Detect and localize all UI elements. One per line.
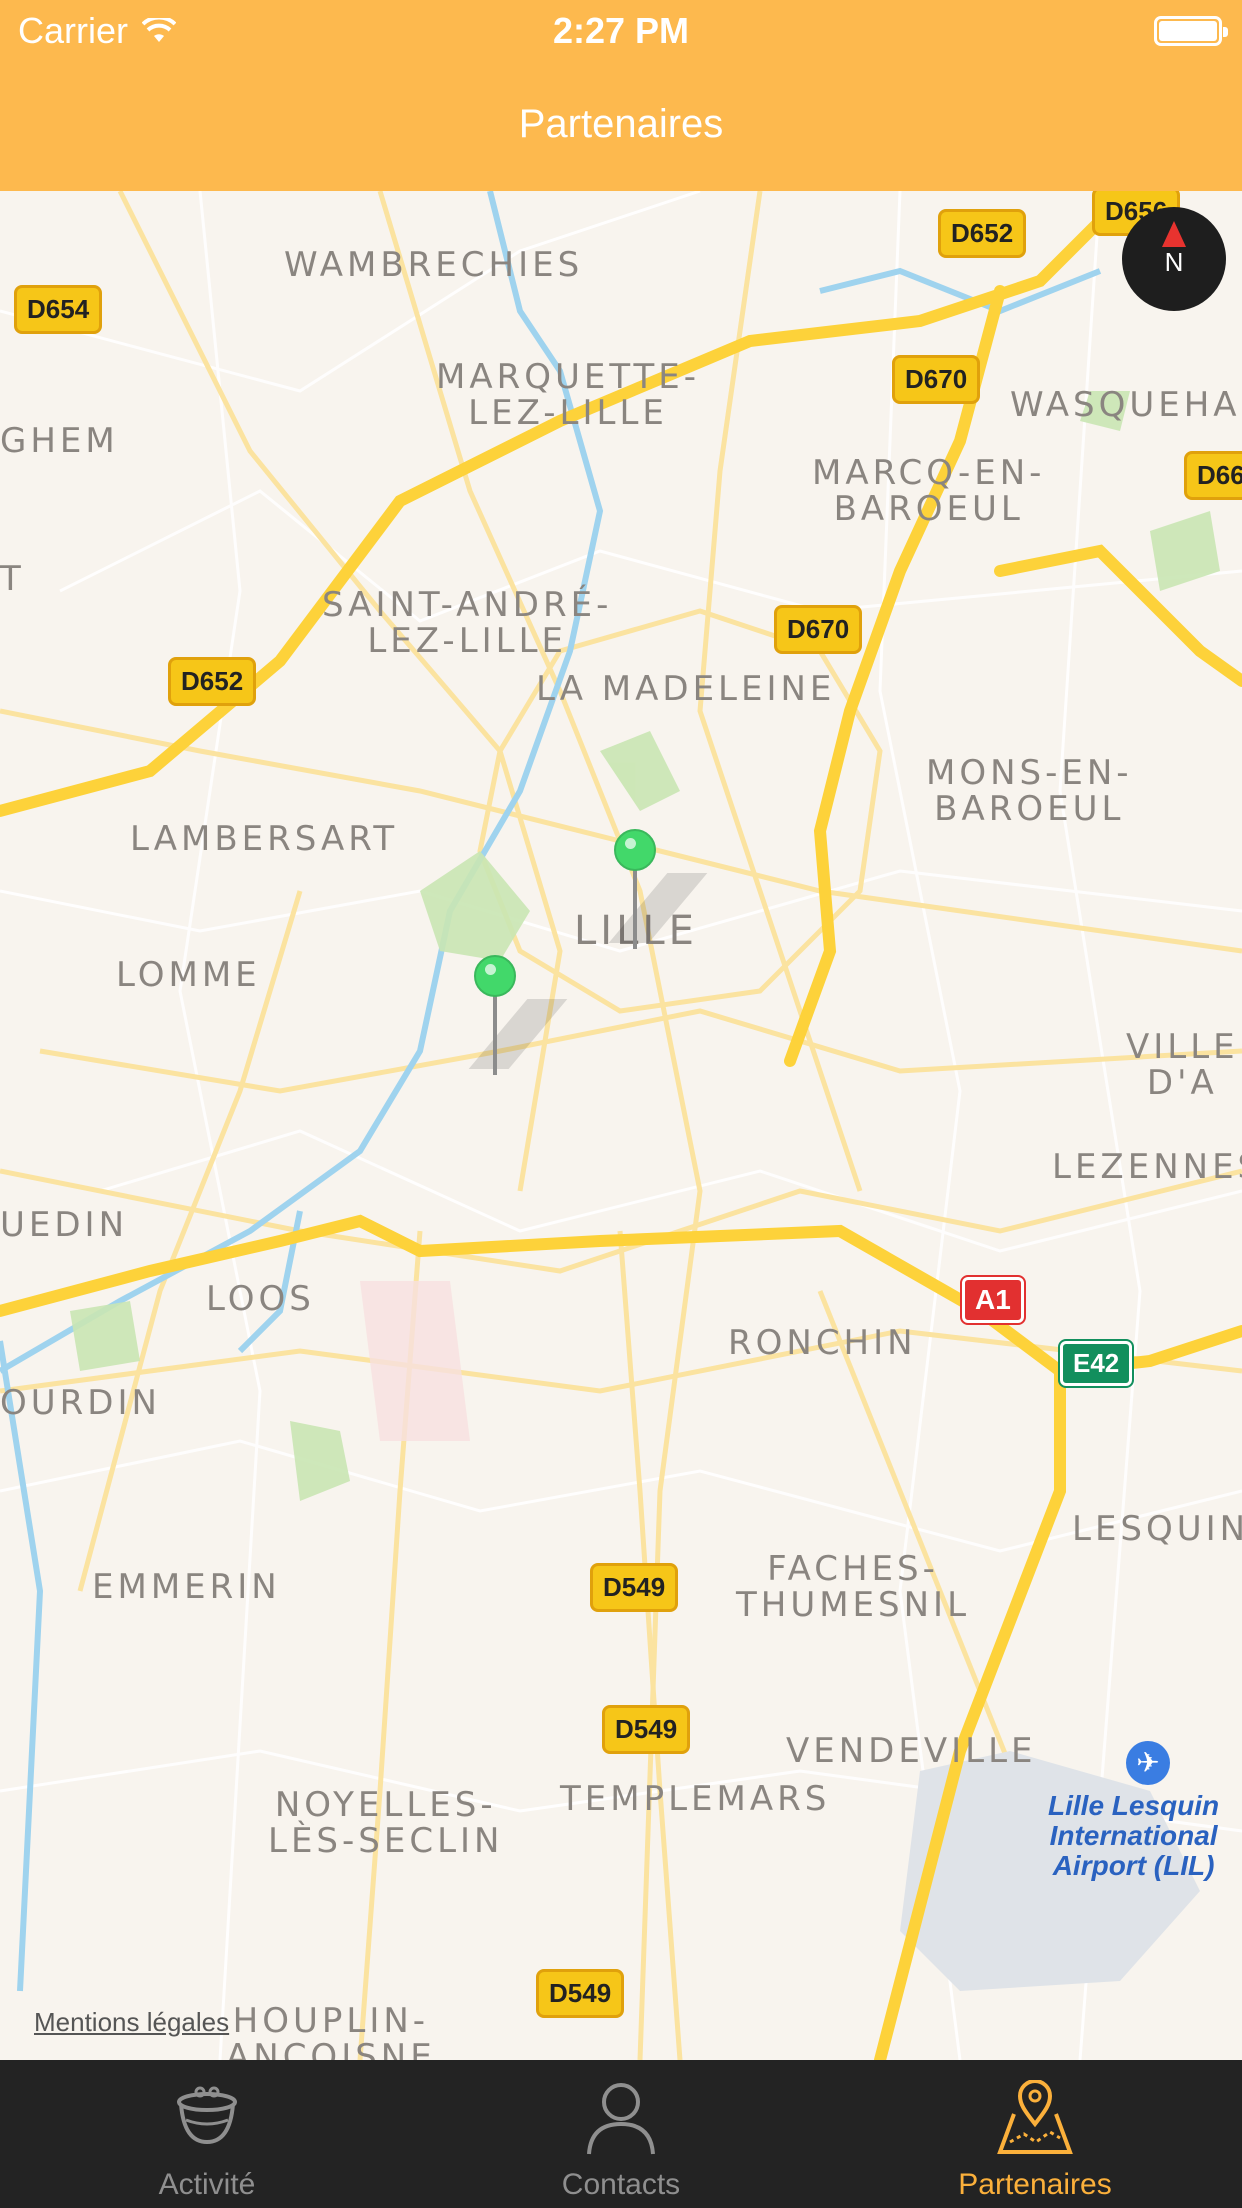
status-time: 2:27 PM bbox=[552, 10, 690, 51]
compass-letter: N bbox=[1164, 247, 1184, 277]
place-label: Wasquehal bbox=[1010, 385, 1242, 425]
place-label: Wambrechies bbox=[284, 245, 584, 285]
place-label: Noyelles- lès-Seclin bbox=[268, 1785, 504, 1861]
road-shield: D549 bbox=[602, 1705, 691, 1754]
place-label: Faches- Thumesnil bbox=[736, 1549, 971, 1625]
road-shield: D652 bbox=[168, 657, 257, 706]
place-label: Loos bbox=[206, 1279, 315, 1319]
place-label: ghem bbox=[0, 421, 119, 461]
airport-label-text: Lille Lesquin International Airport (LIL… bbox=[1048, 1790, 1220, 1881]
place-label: Lezennes bbox=[1052, 1147, 1242, 1187]
tab-bar: Activité Contacts Partenaires bbox=[0, 2060, 1242, 2208]
status-bar: Carrier 2:27 PM bbox=[0, 0, 1242, 62]
place-label: t bbox=[0, 559, 25, 599]
pin-head bbox=[614, 829, 656, 871]
nav-bar: Partenaires bbox=[0, 62, 1242, 191]
battery-icon bbox=[1154, 16, 1228, 46]
compass-icon[interactable]: N bbox=[1122, 207, 1226, 311]
map-pin-icon bbox=[997, 2080, 1073, 2154]
legal-link[interactable]: Mentions légales bbox=[34, 2007, 229, 2038]
pin-needle bbox=[493, 995, 497, 1075]
tab-label: Activité bbox=[158, 2168, 256, 2201]
road-shield: D670 bbox=[892, 355, 981, 404]
airport-icon: ✈ bbox=[1126, 1741, 1170, 1785]
place-label: uedin bbox=[0, 1205, 129, 1245]
place-label: Marcq-en- Baroeul bbox=[812, 453, 1046, 529]
tab-contacts[interactable]: Contacts bbox=[414, 2060, 828, 2208]
place-label: Mons-en- Baroeul bbox=[926, 753, 1133, 829]
road-shield: D652 bbox=[938, 209, 1027, 258]
place-label: La Madeleine bbox=[536, 669, 836, 709]
place-label: Houplin- Ancoisne bbox=[226, 2001, 436, 2060]
place-label: Lesquin bbox=[1072, 1509, 1242, 1549]
compass-arrow bbox=[1162, 221, 1186, 247]
place-label: Ronchin bbox=[728, 1323, 917, 1363]
road-shield: D66 bbox=[1184, 451, 1242, 500]
place-label: Lomme bbox=[116, 955, 261, 995]
place-label: Ville d'A bbox=[1126, 1027, 1239, 1103]
place-label: Marquette- lez-Lille bbox=[436, 357, 701, 433]
road-shield: D670 bbox=[774, 605, 863, 654]
tab-partenaires[interactable]: Partenaires bbox=[828, 2060, 1242, 2208]
airport-label: Lille Lesquin International Airport (LIL… bbox=[1048, 1791, 1219, 1881]
road-shield: D654 bbox=[14, 285, 103, 334]
motorway-shield: A1 bbox=[960, 1275, 1026, 1325]
place-label: Templemars bbox=[560, 1779, 831, 1819]
place-label: Lambersart bbox=[130, 819, 399, 859]
tab-label: Partenaires bbox=[958, 2168, 1112, 2201]
partner-pin[interactable] bbox=[608, 829, 708, 949]
place-label: Saint-André- lez-Lille bbox=[322, 585, 613, 661]
road-shield: D549 bbox=[590, 1563, 679, 1612]
partner-pin[interactable] bbox=[468, 955, 568, 1075]
pin-head bbox=[474, 955, 516, 997]
pot-icon bbox=[177, 2086, 237, 2145]
page-title: Partenaires bbox=[518, 102, 724, 146]
map-view[interactable]: Wambrechies Marquette- lez-Lille ghem t … bbox=[0, 191, 1242, 2060]
place-label: Emmerin bbox=[92, 1567, 281, 1607]
place-label: Vendeville bbox=[786, 1731, 1037, 1771]
pin-needle bbox=[633, 869, 637, 949]
euro-route-shield: E42 bbox=[1057, 1339, 1135, 1388]
place-label: ourdin bbox=[0, 1383, 161, 1423]
tab-label: Contacts bbox=[561, 2168, 681, 2201]
tab-activite[interactable]: Activité bbox=[0, 2060, 414, 2208]
road-shield: D549 bbox=[536, 1969, 625, 2018]
person-icon bbox=[587, 2083, 655, 2155]
